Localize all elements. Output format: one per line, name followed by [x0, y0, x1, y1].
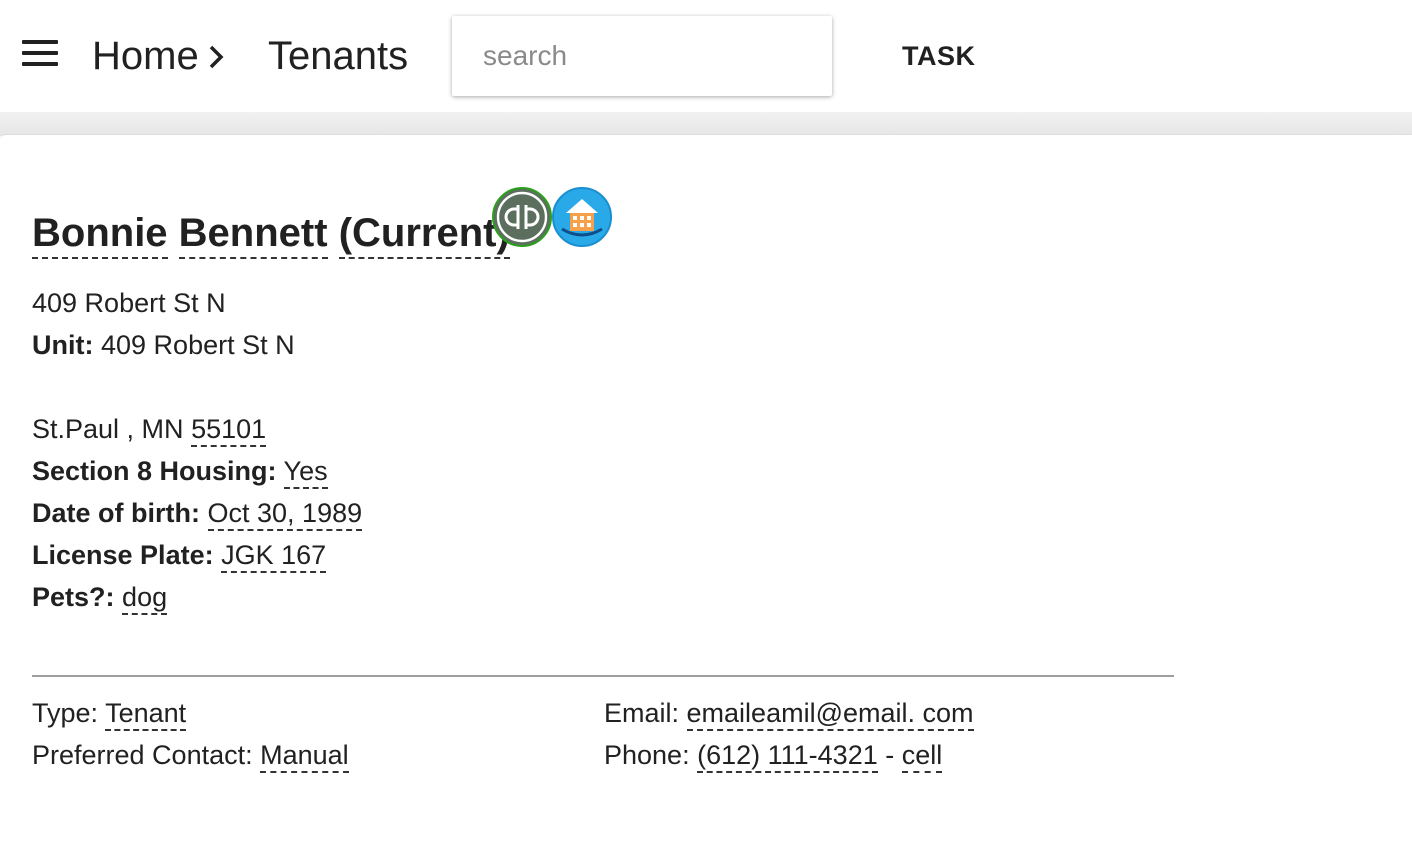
section8-label: Section 8 Housing: — [32, 456, 277, 486]
section8-value[interactable]: Yes — [283, 456, 328, 489]
preferred-contact-row: Preferred Contact: Manual — [32, 737, 349, 773]
zip-code[interactable]: 55101 — [191, 414, 267, 447]
license-plate-row: License Plate: JGK 167 — [32, 537, 327, 573]
type-value[interactable]: Tenant — [105, 698, 187, 731]
task-button[interactable]: TASK — [884, 30, 994, 82]
search-input[interactable] — [452, 16, 832, 96]
tenant-last-name[interactable]: Bennett — [178, 211, 328, 259]
phone-label: Phone: — [604, 740, 690, 770]
city-state: St.Paul , MN — [32, 414, 184, 444]
hamburger-menu-icon[interactable] — [22, 40, 58, 68]
email-row: Email: emaileamil@email. com — [604, 695, 974, 731]
phone-value[interactable]: (612) 111-4321 — [697, 740, 878, 773]
city-state-zip-row: St.Paul , MN 55101 — [32, 411, 267, 447]
pets-row: Pets?: dog — [32, 579, 168, 615]
type-label: Type: — [32, 698, 99, 728]
dob-label: Date of birth: — [32, 498, 200, 528]
address-line: 409 Robert St N — [32, 288, 226, 318]
type-row: Type: Tenant — [32, 695, 187, 731]
toolbar-shadow — [0, 112, 1412, 136]
email-label: Email: — [604, 698, 680, 728]
email-value[interactable]: emaileamil@email. com — [686, 698, 974, 731]
search-box — [452, 16, 832, 96]
top-app-bar: Home Tenants TASK — [0, 0, 1412, 112]
preferred-contact-label: Preferred Contact: — [32, 740, 253, 770]
unit-label: Unit: — [32, 330, 94, 360]
tenant-status[interactable]: (Current) — [338, 211, 510, 259]
phone-type[interactable]: cell — [901, 740, 943, 773]
phone-separator: - — [885, 740, 895, 770]
section8-row: Section 8 Housing: Yes — [32, 453, 328, 489]
unit-value: 409 Robert St N — [101, 330, 295, 360]
tenant-name: Bonnie Bennett (Current) — [32, 208, 510, 259]
pets-value[interactable]: dog — [122, 582, 168, 615]
pets-label: Pets?: — [32, 582, 115, 612]
preferred-contact-value[interactable]: Manual — [260, 740, 349, 773]
license-plate-label: License Plate: — [32, 540, 214, 570]
tenant-first-name[interactable]: Bonnie — [32, 211, 168, 259]
phone-row: Phone: (612) 111-4321 - cell — [604, 737, 943, 773]
breadcrumb-home[interactable]: Home — [92, 30, 199, 82]
section-divider — [32, 675, 1174, 677]
unit-row: Unit: 409 Robert St N — [32, 327, 295, 363]
dob-value[interactable]: Oct 30, 1989 — [207, 498, 363, 531]
property-building-icon[interactable] — [552, 187, 612, 247]
breadcrumb-current: Tenants — [268, 34, 409, 78]
quickbooks-icon[interactable] — [492, 187, 552, 247]
chevron-right-icon — [209, 45, 224, 69]
license-plate-value[interactable]: JGK 167 — [221, 540, 327, 573]
dob-row: Date of birth: Oct 30, 1989 — [32, 495, 363, 531]
